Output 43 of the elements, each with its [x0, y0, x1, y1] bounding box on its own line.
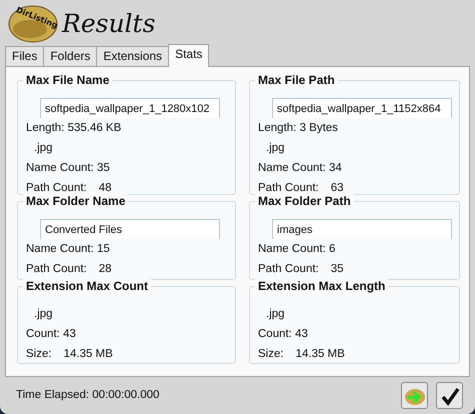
stat-text: Name Count: 6	[258, 242, 336, 258]
group-title: Max File Path	[255, 73, 338, 87]
text-field[interactable]: softpedia_wallpaper_1_1280x102	[40, 98, 220, 118]
stat-label: Path Count:	[26, 182, 87, 194]
stat-label: Path Count:	[258, 182, 319, 194]
stat-label: Size:	[26, 348, 52, 360]
extension-text: .jpg	[33, 307, 54, 322]
tab[interactable]: Files	[5, 46, 44, 66]
tab[interactable]: Extensions	[96, 46, 170, 66]
group-title: Extension Max Length	[255, 279, 388, 293]
extension-text: .jpg	[265, 141, 286, 156]
export-button[interactable]	[401, 382, 428, 409]
stat-text: Count: 43	[26, 327, 77, 342]
stat-value: 14.35 MB	[296, 348, 345, 360]
group-title: Max Folder Name	[23, 194, 128, 208]
text-field[interactable]: softpedia_wallpaper_1_1152x864	[272, 98, 452, 118]
stat-label: Path Count:	[26, 263, 87, 276]
stat-value: 14.35 MB	[64, 348, 113, 360]
stat-text: Count: 43	[258, 327, 309, 342]
stat-text: Length: 535.46 KB	[26, 121, 122, 136]
stat-text: Name Count: 15	[26, 242, 111, 258]
tab[interactable]: Folders	[43, 46, 98, 66]
stat-label: Size:	[258, 348, 284, 360]
stat-value: 35	[330, 263, 344, 276]
text-field[interactable]: Converted Files	[40, 219, 220, 240]
checkmark-icon	[440, 386, 460, 406]
ok-button[interactable]	[436, 382, 463, 409]
stat-text: Name Count: 34	[258, 161, 343, 176]
extension-text: .jpg	[265, 307, 286, 322]
text-field[interactable]: images	[272, 219, 452, 240]
group-title: Max Folder Path	[255, 194, 354, 208]
stat-label: Path Count:	[258, 263, 319, 276]
extension-text: .jpg	[33, 141, 54, 156]
group-title: Max File Name	[23, 73, 112, 87]
tab[interactable]: Stats	[168, 44, 210, 67]
stat-text: Name Count: 35	[26, 161, 111, 176]
stat-value: 63	[330, 182, 344, 194]
stat-value: 48	[98, 182, 112, 194]
window-title: Results	[62, 8, 156, 40]
stat-text: Length: 3 Bytes	[258, 121, 339, 136]
elapsed-time: Time Elapsed: 00:00:00.000	[16, 388, 160, 403]
stat-value: 28	[98, 263, 112, 276]
group-title: Extension Max Count	[23, 279, 152, 293]
